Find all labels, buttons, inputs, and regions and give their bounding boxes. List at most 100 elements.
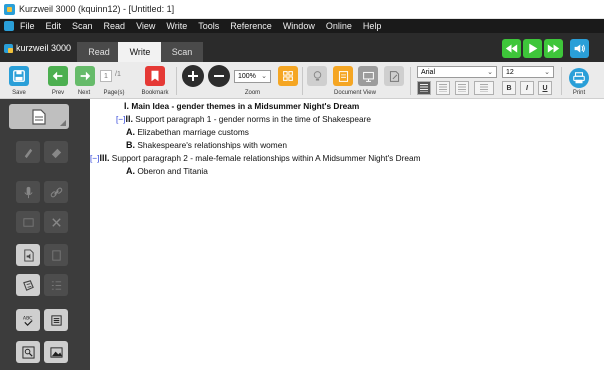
spell-check-button[interactable]: ABC (16, 309, 40, 331)
font-family-select[interactable]: Arial ⌄ (417, 66, 497, 78)
text-box-button[interactable] (16, 211, 40, 233)
font-size-value: 12 (506, 68, 514, 76)
outline-view-button[interactable] (333, 66, 353, 86)
tab-write[interactable]: Write (118, 42, 162, 62)
play-icon (529, 43, 538, 54)
sticky-note-button[interactable] (16, 274, 40, 296)
delete-button[interactable] (44, 211, 68, 233)
document-pencil-icon (389, 70, 399, 82)
tab-scan[interactable]: Scan (161, 42, 203, 62)
play-button[interactable] (523, 39, 542, 58)
font-size-select[interactable]: 12 ⌄ (502, 66, 554, 78)
zoom-select[interactable]: 100% ⌄ (234, 70, 271, 83)
menu-read[interactable]: Read (104, 21, 126, 31)
fast-forward-icon (547, 44, 560, 53)
prev-page-button[interactable] (48, 66, 68, 86)
word-prediction-button[interactable] (44, 309, 68, 331)
align-center-button[interactable] (436, 81, 450, 95)
outline-text: Elizabethan marriage customs (137, 127, 249, 137)
document-edit-view-button[interactable] (384, 66, 404, 86)
notes-button[interactable] (9, 104, 69, 129)
outline-numeral: II. (125, 114, 133, 124)
system-menu-icon[interactable] (4, 21, 14, 31)
toolbar-divider (176, 67, 177, 95)
list-button[interactable] (44, 274, 68, 296)
presentation-view-button[interactable] (358, 66, 378, 86)
bookmark-icon (151, 70, 159, 82)
outline-item-support-1-a[interactable]: A. Elizabethan marriage customs (126, 127, 249, 137)
rewind-button[interactable] (502, 39, 521, 58)
menu-window[interactable]: Window (283, 21, 315, 31)
next-page-button[interactable] (75, 66, 95, 86)
bold-button[interactable]: B (502, 81, 516, 95)
align-right-button[interactable] (455, 81, 469, 95)
document-area[interactable]: I. Main Idea - gender themes in a Midsum… (90, 99, 604, 370)
page-number-input[interactable]: 1 (100, 70, 112, 82)
mode-tab-strip: kurzweil 3000 Read Write Scan (0, 33, 604, 62)
italic-button[interactable]: I (520, 81, 534, 95)
brand-label: kurzweil 3000 (16, 43, 72, 53)
link-icon (50, 187, 62, 197)
title-bar: Kurzweil 3000 (kquinn12) - [Untitled: 1] (0, 0, 604, 19)
volume-button[interactable] (570, 39, 589, 58)
menu-view[interactable]: View (136, 21, 155, 31)
printer-icon (573, 72, 585, 84)
toolbar: Save Prev Next 1 /1 Page(s) Bookmark 100… (0, 62, 604, 99)
highlighter-icon (24, 148, 32, 158)
menu-help[interactable]: Help (363, 21, 382, 31)
outline-numeral: A. (126, 166, 135, 176)
eraser-button[interactable] (44, 141, 68, 163)
prev-label: Prev (51, 90, 65, 96)
fast-forward-button[interactable] (544, 39, 563, 58)
zoom-out-button[interactable] (208, 65, 230, 87)
outline-numeral: A. (126, 127, 135, 137)
tool-sidebar: ABC (0, 99, 90, 370)
save-icon (13, 70, 25, 82)
highlight-view-button[interactable] (307, 66, 327, 86)
bookmark-button[interactable] (145, 66, 165, 86)
page-layout-button[interactable] (278, 66, 298, 86)
read-aloud-button[interactable] (16, 244, 40, 266)
outline-item-support-2-a[interactable]: A. Oberon and Titania (126, 166, 208, 176)
link-button[interactable] (44, 181, 68, 203)
line-spacing-button[interactable] (474, 81, 494, 95)
page-total: /1 (115, 71, 121, 78)
minus-icon (214, 75, 224, 77)
bookmark-label: Bookmark (141, 90, 169, 96)
outline-item-support-1-b[interactable]: B. Shakespeare's relationships with wome… (126, 140, 287, 150)
zoom-view-button[interactable] (16, 341, 40, 363)
speaker-icon (574, 44, 585, 53)
underline-button[interactable]: U (538, 81, 552, 95)
chevron-down-icon: ⌄ (544, 69, 550, 76)
print-button[interactable] (569, 68, 589, 88)
menu-write[interactable]: Write (166, 21, 187, 31)
menu-edit[interactable]: Edit (46, 21, 62, 31)
spell-check-icon: ABC (22, 315, 33, 326)
copy-button[interactable] (44, 244, 68, 266)
list-icon (51, 280, 61, 290)
save-button[interactable] (9, 66, 29, 86)
highlighter-button[interactable] (16, 141, 40, 163)
menu-scan[interactable]: Scan (72, 21, 93, 31)
kurzweil-logo-icon (4, 43, 13, 53)
outline-text: Main Idea - gender themes in a Midsummer… (131, 101, 360, 111)
brand: kurzweil 3000 (4, 39, 74, 57)
outline-item-support-2[interactable]: [−]III. Support paragraph 2 - male-femal… (90, 153, 421, 163)
outline-item-support-1[interactable]: [−]II. Support paragraph 1 - gender norm… (116, 114, 371, 124)
chevron-down-icon: ⌄ (261, 73, 267, 80)
insert-picture-button[interactable] (44, 341, 68, 363)
voice-note-button[interactable] (16, 181, 40, 203)
menu-tools[interactable]: Tools (198, 21, 219, 31)
chevron-down-icon: ⌄ (487, 69, 493, 76)
menu-reference[interactable]: Reference (230, 21, 272, 31)
grid-icon (283, 71, 293, 81)
align-left-button[interactable] (417, 81, 431, 95)
menu-online[interactable]: Online (326, 21, 352, 31)
document-view-label: Document View (334, 90, 376, 96)
outline-item-main-idea[interactable]: I. Main Idea - gender themes in a Midsum… (124, 101, 359, 111)
arrow-left-icon (52, 71, 63, 81)
zoom-value: 100% (238, 73, 256, 80)
zoom-in-button[interactable] (182, 65, 204, 87)
tab-read[interactable]: Read (77, 42, 121, 62)
menu-file[interactable]: File (20, 21, 35, 31)
